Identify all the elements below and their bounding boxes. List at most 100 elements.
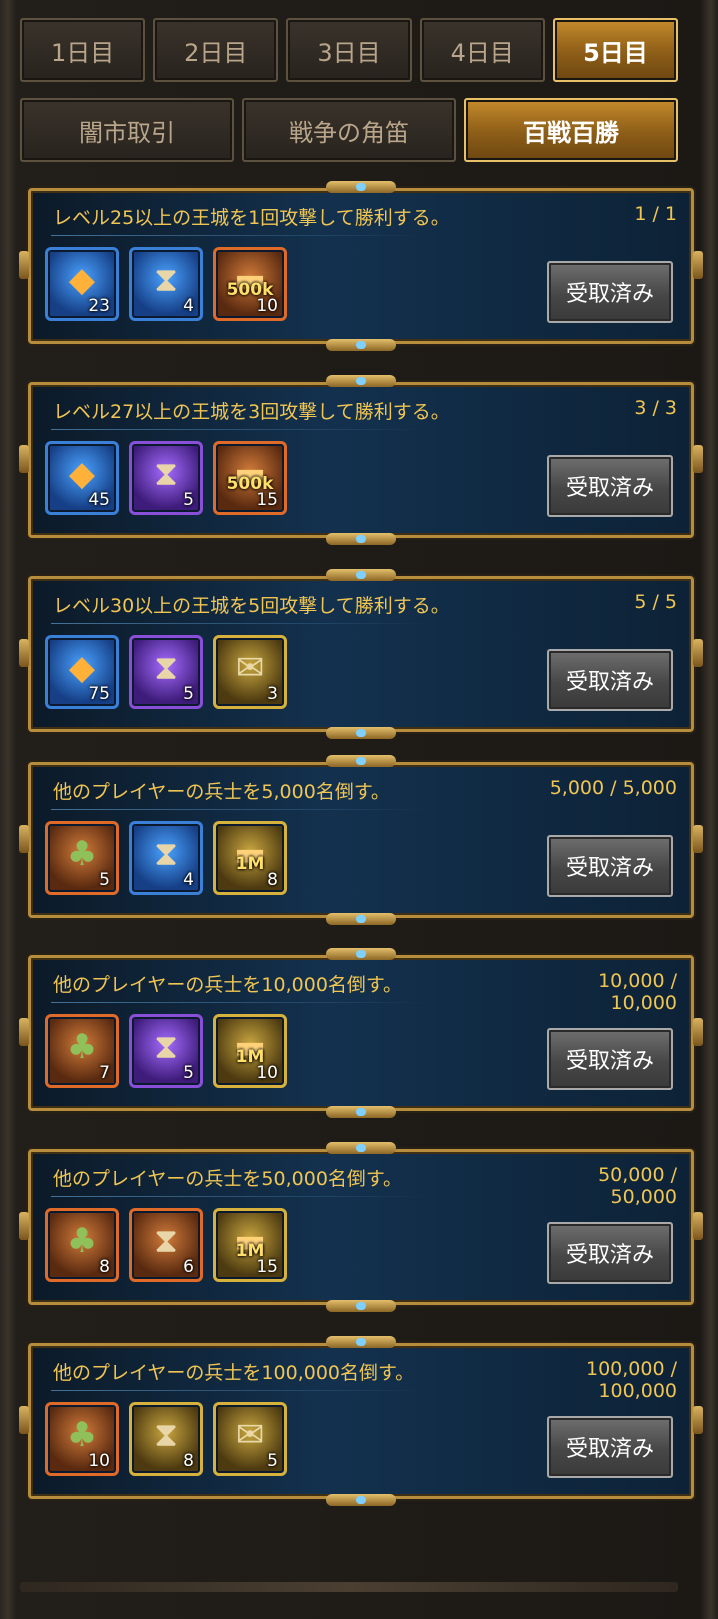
reward-count: 8 bbox=[267, 870, 278, 890]
card-crest-bottom bbox=[326, 339, 396, 351]
mission-card: 他のプレイヤーの兵士を10,000名倒す。 10,000 /10,000 ♣ 7 ⧗ 5 ▬… bbox=[19, 948, 703, 1118]
reward-item[interactable]: ♣ 10 bbox=[45, 1402, 119, 1476]
reward-count: 10 bbox=[256, 296, 278, 316]
mission-progress: 5 / 5 bbox=[634, 591, 677, 613]
reward-item[interactable]: ✉ 5 bbox=[213, 1402, 287, 1476]
reward-list: ♣ 5 ⧗ 4 ▬ 1M 8 bbox=[45, 821, 287, 895]
mission-title: 他のプレイヤーの兵士を10,000名倒す。 bbox=[53, 974, 403, 996]
reward-item[interactable]: ♣ 7 bbox=[45, 1014, 119, 1088]
reward-list: ◆ 23 ⧗ 4 ▬ 500k 10 bbox=[45, 247, 287, 321]
card-ornament-left bbox=[19, 1018, 29, 1046]
claimed-button[interactable]: 受取済み bbox=[547, 649, 673, 711]
claimed-button[interactable]: 受取済み bbox=[547, 261, 673, 323]
reward-count: 3 bbox=[267, 684, 278, 704]
reward-count: 10 bbox=[88, 1451, 110, 1471]
mission-title: 他のプレイヤーの兵士を50,000名倒す。 bbox=[53, 1168, 403, 1190]
tab-day-5[interactable]: 5日目 bbox=[552, 18, 679, 82]
reward-item[interactable]: ⧗ 6 bbox=[129, 1208, 203, 1282]
reward-item[interactable]: ▬ 500k 15 bbox=[213, 441, 287, 515]
card-crest-top bbox=[326, 1336, 396, 1348]
reward-item[interactable]: ▬ 1M 10 bbox=[213, 1014, 287, 1088]
reward-list: ◆ 75 ⧗ 5 ✉ 3 bbox=[45, 635, 287, 709]
card-ornament-left bbox=[19, 1212, 29, 1240]
mission-progress: 3 / 3 bbox=[634, 397, 677, 419]
reward-item[interactable]: ♣ 8 bbox=[45, 1208, 119, 1282]
reward-count: 5 bbox=[183, 1063, 194, 1083]
divider bbox=[51, 809, 431, 810]
tab-day-4[interactable]: 4日目 bbox=[419, 18, 545, 82]
reward-item[interactable]: ◆ 75 bbox=[45, 635, 119, 709]
mission-title: 他のプレイヤーの兵士を5,000名倒す。 bbox=[53, 781, 390, 803]
tab-day-3[interactable]: 3日目 bbox=[286, 18, 412, 82]
card-ornament-left bbox=[19, 1406, 29, 1434]
divider bbox=[51, 1390, 431, 1391]
tab-war-horn[interactable]: 戦争の角笛 bbox=[242, 98, 456, 162]
reward-item[interactable]: ◆ 23 bbox=[45, 247, 119, 321]
tab-day-1[interactable]: 1日目 bbox=[20, 18, 146, 82]
mission-progress: 100,000 /100,000 bbox=[585, 1358, 677, 1402]
divider bbox=[51, 429, 431, 430]
mission-progress: 10,000 /10,000 bbox=[598, 970, 677, 1014]
reward-item[interactable]: ⧗ 5 bbox=[129, 441, 203, 515]
reward-item[interactable]: ⧗ 4 bbox=[129, 247, 203, 321]
reward-count: 5 bbox=[267, 1451, 278, 1471]
card-ornament-right bbox=[693, 251, 703, 279]
card-crest-bottom bbox=[326, 1494, 396, 1506]
reward-count: 8 bbox=[183, 1451, 194, 1471]
card-crest-bottom bbox=[326, 727, 396, 739]
claimed-button[interactable]: 受取済み bbox=[547, 1416, 673, 1478]
card-ornament-left bbox=[19, 639, 29, 667]
reward-item[interactable]: ◆ 45 bbox=[45, 441, 119, 515]
reward-count: 4 bbox=[183, 870, 194, 890]
divider bbox=[51, 1196, 431, 1197]
card-crest-top bbox=[326, 755, 396, 767]
reward-item[interactable]: ⧗ 5 bbox=[129, 635, 203, 709]
category-tab-bar: 闇市取引 戦争の角笛 百戦百勝 bbox=[20, 98, 678, 162]
mission-card: レベル30以上の王城を5回攻撃して勝利する。 5 / 5 ◆ 75 ⧗ 5 ✉ 3 受取済み bbox=[19, 569, 703, 739]
card-crest-bottom bbox=[326, 1106, 396, 1118]
reward-item[interactable]: ▬ 1M 8 bbox=[213, 821, 287, 895]
mission-title: 他のプレイヤーの兵士を100,000名倒す。 bbox=[53, 1362, 415, 1384]
day-tab-bar: 1日目 2日目 3日目 4日目 5日目 bbox=[20, 18, 679, 82]
reward-list: ♣ 10 ⧗ 8 ✉ 5 bbox=[45, 1402, 287, 1476]
claimed-button[interactable]: 受取済み bbox=[547, 1222, 673, 1284]
claimed-button[interactable]: 受取済み bbox=[547, 455, 673, 517]
card-crest-bottom bbox=[326, 1300, 396, 1312]
reward-item[interactable]: ⧗ 5 bbox=[129, 1014, 203, 1088]
card-ornament-right bbox=[693, 1212, 703, 1240]
divider bbox=[51, 623, 431, 624]
reward-item[interactable]: ▬ 500k 10 bbox=[213, 247, 287, 321]
reward-count: 15 bbox=[256, 490, 278, 510]
panel-bottom-border bbox=[20, 1582, 678, 1592]
reward-item[interactable]: ✉ 3 bbox=[213, 635, 287, 709]
tab-day-2[interactable]: 2日目 bbox=[153, 18, 279, 82]
reward-item[interactable]: ⧗ 4 bbox=[129, 821, 203, 895]
claimed-button[interactable]: 受取済み bbox=[547, 1028, 673, 1090]
card-ornament-right bbox=[693, 445, 703, 473]
tab-hundred-victories[interactable]: 百戦百勝 bbox=[464, 98, 678, 162]
card-ornament-left bbox=[19, 825, 29, 853]
mission-title: レベル25以上の王城を1回攻撃して勝利する。 bbox=[53, 207, 450, 229]
tab-black-market[interactable]: 闇市取引 bbox=[20, 98, 234, 162]
reward-count: 5 bbox=[99, 870, 110, 890]
card-ornament-right bbox=[693, 1018, 703, 1046]
mission-card: レベル27以上の王城を3回攻撃して勝利する。 3 / 3 ◆ 45 ⧗ 5 ▬ 500k 15 受… bbox=[19, 375, 703, 545]
card-ornament-right bbox=[693, 1406, 703, 1434]
reward-count: 4 bbox=[183, 296, 194, 316]
mission-title: レベル30以上の王城を5回攻撃して勝利する。 bbox=[53, 595, 450, 617]
divider bbox=[51, 1002, 431, 1003]
reward-item[interactable]: ⧗ 8 bbox=[129, 1402, 203, 1476]
reward-count: 8 bbox=[99, 1257, 110, 1277]
reward-list: ♣ 8 ⧗ 6 ▬ 1M 15 bbox=[45, 1208, 287, 1282]
mission-progress: 5,000 / 5,000 bbox=[549, 777, 677, 799]
reward-count: 5 bbox=[183, 490, 194, 510]
divider bbox=[51, 235, 431, 236]
reward-item[interactable]: ♣ 5 bbox=[45, 821, 119, 895]
claimed-button[interactable]: 受取済み bbox=[547, 835, 673, 897]
reward-item[interactable]: ▬ 1M 15 bbox=[213, 1208, 287, 1282]
mission-progress: 1 / 1 bbox=[634, 203, 677, 225]
card-crest-top bbox=[326, 569, 396, 581]
mission-card: 他のプレイヤーの兵士を100,000名倒す。 100,000 /100,000 ♣ 1… bbox=[19, 1336, 703, 1506]
mission-progress: 50,000 /50,000 bbox=[598, 1164, 677, 1208]
card-ornament-right bbox=[693, 825, 703, 853]
